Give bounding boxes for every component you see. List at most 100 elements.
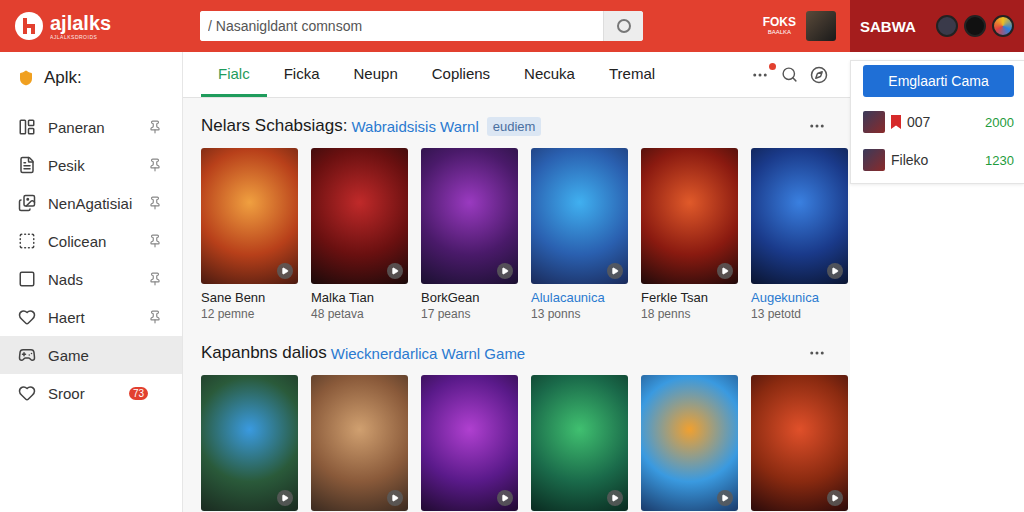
play-icon	[281, 267, 289, 275]
game-card[interactable]	[311, 375, 408, 511]
logo[interactable]: ajlalksAJLALKSDROIDS	[0, 11, 200, 41]
pin-icon[interactable]	[148, 234, 162, 248]
tab[interactable]: Ficka	[267, 52, 337, 97]
section-more[interactable]	[808, 344, 826, 362]
game-cover[interactable]	[311, 148, 408, 284]
game-title[interactable]: Augekunica	[751, 290, 848, 305]
sidebar-item[interactable]: Game	[0, 336, 182, 374]
game-title[interactable]: BorkGean	[421, 290, 518, 305]
game-card[interactable]: Ferkle Tsan18 penns	[641, 148, 738, 321]
game-card[interactable]: Malka Tian48 petava	[311, 148, 408, 321]
ranking-row[interactable]: 0072000	[863, 109, 1014, 135]
pin-icon[interactable]	[148, 120, 162, 134]
sidebar-item[interactable]: Sroor73	[0, 374, 182, 412]
play-badge[interactable]	[277, 490, 293, 506]
section-subtitle[interactable]: Wiecknerdarlica Warnl Game	[331, 345, 526, 362]
game-card[interactable]: Augekunica13 petotd	[751, 148, 848, 321]
game-cover[interactable]	[641, 375, 738, 511]
sidebar-title: Aplk:	[0, 68, 182, 108]
game-cover[interactable]	[421, 375, 518, 511]
play-badge[interactable]	[387, 263, 403, 279]
play-badge[interactable]	[827, 263, 843, 279]
game-title[interactable]: Alulacaunica	[531, 290, 628, 305]
game-card[interactable]	[751, 375, 848, 511]
game-card[interactable]	[641, 375, 738, 511]
play-badge[interactable]	[387, 490, 403, 506]
tab[interactable]: Neupn	[337, 52, 415, 97]
play-badge[interactable]	[827, 490, 843, 506]
account-panel[interactable]: SABWA	[850, 0, 1024, 52]
game-cover[interactable]	[751, 148, 848, 284]
game-title[interactable]: Sane Benn	[201, 290, 298, 305]
game-cover[interactable]	[201, 375, 298, 511]
search-input[interactable]	[200, 11, 603, 41]
ranking-row[interactable]: Fileko1230	[863, 147, 1014, 173]
play-badge[interactable]	[717, 263, 733, 279]
game-card[interactable]	[531, 375, 628, 511]
game-icon[interactable]	[936, 15, 958, 37]
sidebar: Aplk:PaneranPesikNenAgatisiaiColicean Nad…	[0, 52, 183, 512]
tab[interactable]: Necuka	[507, 52, 592, 97]
tab[interactable]: Fialc	[201, 52, 267, 97]
game-cover[interactable]	[311, 375, 408, 511]
search-button[interactable]	[603, 11, 643, 41]
sidebar-item-label: Sroor	[48, 385, 131, 402]
more-button[interactable]	[751, 66, 769, 84]
sidebar-item[interactable]: Nads	[0, 260, 182, 298]
search-box	[200, 11, 643, 41]
play-badge[interactable]	[717, 490, 733, 506]
right-panel: Emglaarti Cama 0072000 Fileko1230	[850, 52, 1024, 512]
game-cover[interactable]	[531, 375, 628, 511]
section-title: Kapanbns dalios	[201, 343, 327, 363]
pin-icon[interactable]	[148, 158, 162, 172]
xbox-icon[interactable]	[964, 15, 986, 37]
play-badge[interactable]	[607, 490, 623, 506]
game-section: Nelars Schabsiags:Wabraidsisis Warnleudi…	[201, 116, 832, 321]
game-card[interactable]: BorkGean17 peans	[421, 148, 518, 321]
game-count: 12 pemne	[201, 307, 298, 321]
game-card[interactable]	[421, 375, 518, 511]
compass-icon[interactable]	[810, 66, 828, 84]
game-card[interactable]: Sane Benn 12 pemne	[201, 148, 298, 321]
play-badge[interactable]	[607, 263, 623, 279]
row-name: 007	[907, 114, 930, 130]
sidebar-item[interactable]: Pesik	[0, 146, 182, 184]
section-more[interactable]	[808, 117, 826, 135]
game-cover[interactable]	[531, 148, 628, 284]
tab[interactable]: Copliens	[415, 52, 507, 97]
row-thumbnail	[863, 149, 885, 171]
search-icon[interactable]	[781, 66, 798, 83]
game-title[interactable]: Malka Tian	[311, 290, 408, 305]
primary-button[interactable]: Emglaarti Cama	[863, 65, 1014, 97]
body: Aplk:PaneranPesikNenAgatisiaiColicean Nad…	[0, 52, 1024, 512]
game-cover[interactable]	[201, 148, 298, 284]
sidebar-item[interactable]: Paneran	[0, 108, 182, 146]
user-avatar[interactable]	[806, 11, 836, 41]
main-panel: FialcFickaNeupnCopliensNecukaTremal Nelar…	[183, 52, 850, 512]
shield-icon	[18, 70, 34, 86]
pin-icon[interactable]	[148, 196, 162, 210]
play-badge[interactable]	[497, 490, 513, 506]
game-cover[interactable]	[641, 148, 738, 284]
user-area[interactable]: FOKSBAALKA	[763, 11, 850, 41]
play-icon	[391, 494, 399, 502]
play-badge[interactable]	[497, 263, 513, 279]
game-card[interactable]	[201, 375, 298, 511]
pin-icon[interactable]	[148, 310, 162, 324]
sidebar-item[interactable]: NenAgatisiai	[0, 184, 182, 222]
game-cover[interactable]	[421, 148, 518, 284]
sidebar-item-label: Nads	[48, 271, 136, 288]
game-card[interactable]: Alulacaunica13 ponns	[531, 148, 628, 321]
tab[interactable]: Tremal	[592, 52, 672, 97]
play-badge[interactable]	[277, 263, 293, 279]
sidebar-item[interactable]: Haert	[0, 298, 182, 336]
colorful-icon[interactable]	[992, 15, 1014, 37]
game-title[interactable]: Ferkle Tsan	[641, 290, 738, 305]
sidebar-item[interactable]: Colicean	[0, 222, 182, 260]
game-cover[interactable]	[751, 375, 848, 511]
play-icon	[391, 267, 399, 275]
item-icon	[18, 346, 36, 364]
item-icon	[18, 270, 36, 288]
pin-icon[interactable]	[148, 272, 162, 286]
section-subtitle[interactable]: Wabraidsisis Warnl	[351, 118, 478, 135]
